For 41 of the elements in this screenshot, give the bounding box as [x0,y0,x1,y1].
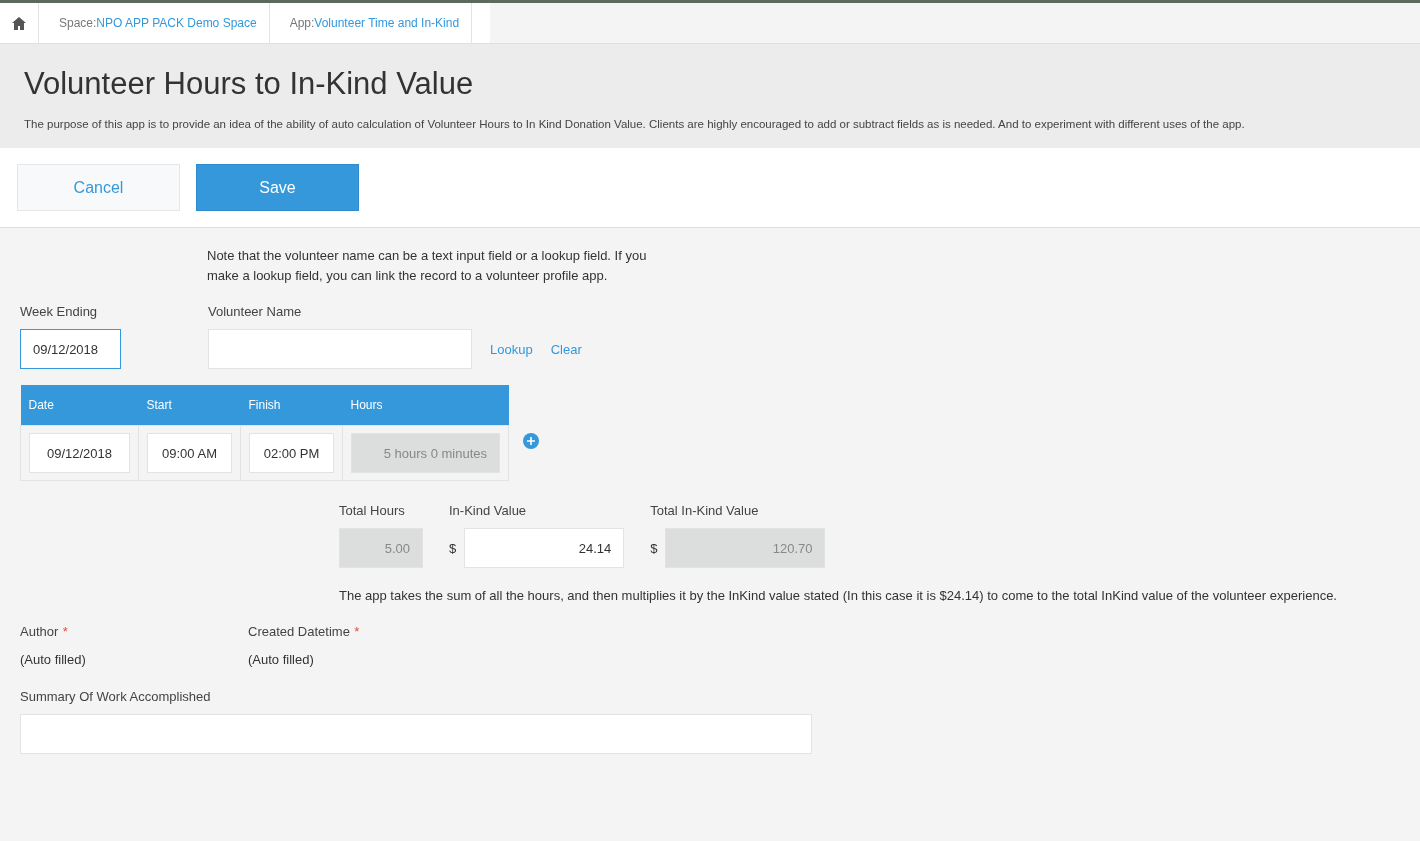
app-description: The purpose of this app is to provide an idea of the ability of auto calculation of Volunteer Hours to In Kind Donation Value. Clients are highly encouraged to add or subtract fields as is needed. And to experiment with different uses of the app. [24,118,1246,130]
currency-symbol: $ [650,540,658,556]
input-field[interactable]: 09:00 AM [147,433,232,473]
column-header: Start [138,385,241,426]
column-header: Hours [342,385,509,426]
field-value: (Auto filled) [20,652,87,667]
calculated-field[interactable]: 5 hours 0 minutes [351,433,500,473]
field-value: (Auto filled) [248,652,315,667]
text-field[interactable] [20,714,812,754]
save-button[interactable]: Save [196,164,359,211]
breadcrumb-label: App: [289,16,315,30]
field-label: In-Kind Value [449,503,528,518]
note-text: Note that the volunteer name can be a text input field or a lookup field. If you make a lookup field, you can link the record to a volunteer profile app. [207,247,648,285]
text-field[interactable] [208,329,472,369]
required-mark: * [62,624,68,639]
cancel-button[interactable]: Cancel [17,164,180,211]
input-field[interactable]: 02:00 PM [249,433,334,473]
date-field[interactable]: 09/12/2018 [20,329,121,369]
lookup-link[interactable]: Lookup [490,341,533,357]
field-label: Total In-Kind Value [650,503,760,518]
add-row-icon[interactable] [523,433,539,449]
required-mark: * [354,624,360,639]
breadcrumb-link[interactable]: Volunteer Time and In-Kind [314,16,460,30]
field-label: Created Datetime [248,624,350,639]
breadcrumb-label: Space: [59,16,97,30]
clear-link[interactable]: Clear [550,341,582,357]
calculated-field[interactable]: 5.00 [339,528,423,568]
number-field[interactable]: 24.14 [464,528,625,568]
field-label: Author [20,624,59,639]
breadcrumb-link[interactable]: NPO APP PACK Demo Space [96,16,257,30]
page-title: Volunteer Hours to In-Kind Value [24,66,475,102]
currency-symbol: $ [449,540,457,556]
field-label: Volunteer Name [208,304,303,319]
calculated-field[interactable]: 120.70 [665,528,826,568]
field-label: Summary Of Work Accomplished [20,689,212,704]
column-header: Finish [240,385,343,426]
explanation-text: The app takes the sum of all the hours, and then multiplies it by the InKind value stated (In this case it is $24.14) to come to the total InKind value of the volunteer experience. [339,587,1338,605]
field-label: Total Hours [339,503,406,518]
field-label: Week Ending [20,304,99,319]
column-header: Date [20,385,139,426]
input-field[interactable]: 09/12/2018 [29,433,130,473]
